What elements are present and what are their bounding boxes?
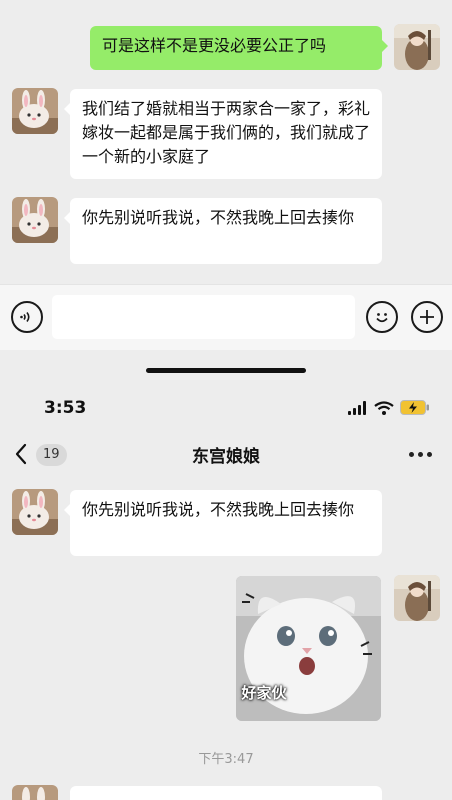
chat-input-bar xyxy=(0,284,452,350)
contact-avatar[interactable] xyxy=(12,785,58,800)
chat-title: 东宫娘娘 xyxy=(192,447,260,467)
more-icon[interactable] xyxy=(409,452,432,457)
sticker-caption: 好家伙 xyxy=(241,684,287,702)
message-text: 你先别说听我说，不然我晚上回去揍你 xyxy=(82,208,355,227)
message-bubble-received[interactable]: 你先别说听我说，不然我晚上回去揍你 xyxy=(64,198,382,264)
my-avatar[interactable] xyxy=(394,575,440,621)
my-avatar[interactable] xyxy=(394,24,440,70)
chat-header: 19 东宫娘娘 xyxy=(0,434,452,476)
contact-avatar[interactable] xyxy=(12,489,58,535)
message-bubble-received[interactable] xyxy=(70,786,382,800)
signal-icon xyxy=(348,400,368,419)
contact-avatar[interactable] xyxy=(12,197,58,243)
emoji-icon[interactable] xyxy=(366,301,398,333)
battery-charging-icon xyxy=(400,400,430,419)
message-text: 可是这样不是更没必要公正了吗 xyxy=(102,36,327,55)
current-screenshot-panel: 3:53 19 东宫娘娘 你先别说听我说，不然我晚上回去揍你 好家伙 下午3:4… xyxy=(0,378,452,800)
status-icons xyxy=(348,400,430,419)
wifi-icon xyxy=(374,400,394,419)
message-bubble-sent[interactable]: 可是这样不是更没必要公正了吗 xyxy=(90,26,388,70)
previous-screenshot-panel: 可是这样不是更没必要公正了吗 我们结了婚就相当于两家合一家了，彩礼嫁妆一起都是属… xyxy=(0,0,452,378)
sticker-image[interactable]: 好家伙 xyxy=(236,576,381,721)
plus-icon[interactable] xyxy=(411,301,443,333)
message-bubble-received[interactable]: 你先别说听我说，不然我晚上回去揍你 xyxy=(64,490,382,556)
message-input[interactable] xyxy=(52,295,355,339)
home-indicator xyxy=(146,368,306,373)
message-bubble-received[interactable]: 我们结了婚就相当于两家合一家了，彩礼嫁妆一起都是属于我们俩的，我们就成了一个新的… xyxy=(64,89,382,179)
message-text: 我们结了婚就相当于两家合一家了，彩礼嫁妆一起都是属于我们俩的，我们就成了一个新的… xyxy=(82,99,371,166)
contact-avatar[interactable] xyxy=(12,88,58,134)
message-text: 你先别说听我说，不然我晚上回去揍你 xyxy=(82,500,355,519)
voice-icon[interactable] xyxy=(11,301,43,333)
status-time: 3:53 xyxy=(44,398,87,418)
message-timestamp: 下午3:47 xyxy=(198,752,254,767)
